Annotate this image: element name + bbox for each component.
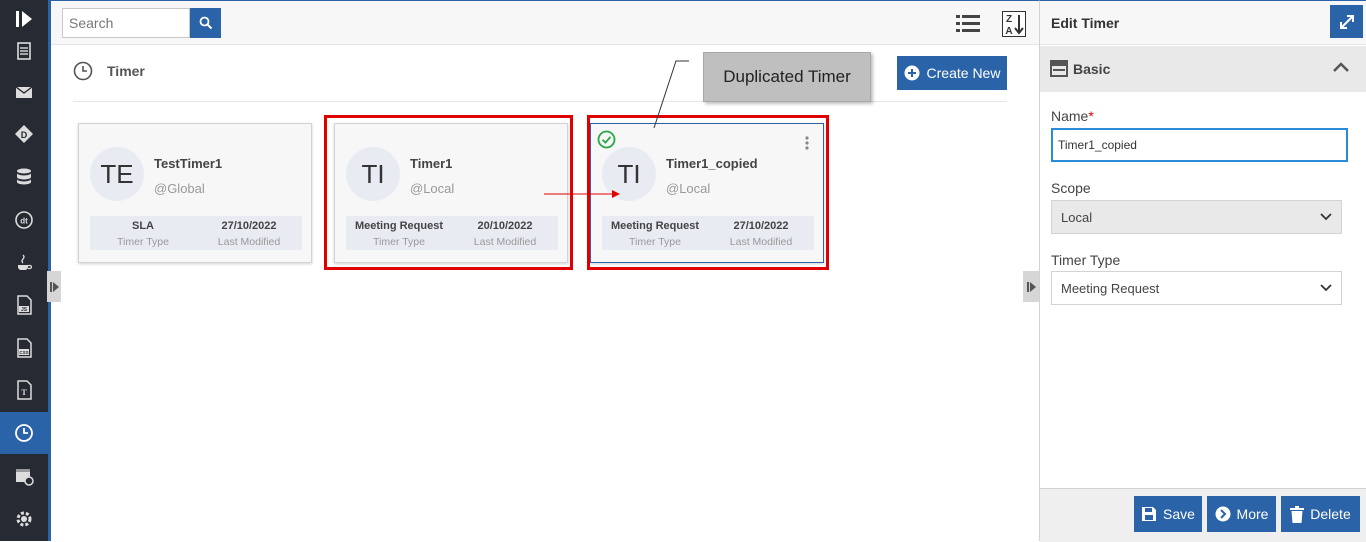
text-file-icon[interactable]: T bbox=[0, 369, 48, 411]
search-button[interactable] bbox=[190, 8, 221, 38]
svg-text:Z: Z bbox=[1006, 14, 1012, 25]
collapse-right-handle[interactable] bbox=[1023, 271, 1039, 302]
page-header: Timer bbox=[73, 61, 145, 81]
data-type-icon[interactable]: dt bbox=[0, 199, 48, 241]
calendar-settings-icon[interactable] bbox=[0, 455, 48, 497]
name-label-text: Name bbox=[1051, 108, 1089, 124]
save-icon bbox=[1142, 507, 1157, 521]
more-label: More bbox=[1236, 506, 1269, 522]
scope-select[interactable]: Local bbox=[1051, 200, 1342, 234]
search-input[interactable] bbox=[62, 8, 190, 38]
save-label: Save bbox=[1163, 506, 1195, 522]
chevron-down-icon bbox=[1320, 284, 1332, 292]
document-list-icon[interactable] bbox=[0, 34, 48, 68]
create-new-label: Create New bbox=[926, 65, 1001, 81]
chevron-down-icon bbox=[1320, 213, 1332, 221]
js-file-icon[interactable]: JS bbox=[0, 284, 48, 326]
timer-type-field-label: Timer Type bbox=[1051, 252, 1121, 268]
svg-text:D: D bbox=[21, 130, 28, 140]
required-mark: * bbox=[1088, 108, 1094, 124]
chevron-up-icon[interactable] bbox=[1332, 61, 1350, 73]
timer-card[interactable]: TE TestTimer1 @Global SLA Timer Type 27/1… bbox=[78, 123, 312, 263]
panel-title: Edit Timer bbox=[1051, 15, 1120, 31]
plus-circle-icon bbox=[1215, 506, 1231, 522]
collapse-left-handle[interactable] bbox=[47, 271, 61, 302]
main-content: Z A Timer Create New TE TestTimer1 @Glob… bbox=[51, 0, 1039, 541]
expand-icon bbox=[1339, 14, 1354, 29]
last-modified-value: 27/10/2022 bbox=[221, 220, 277, 232]
timer-icon[interactable] bbox=[0, 412, 48, 454]
search-icon bbox=[199, 16, 212, 30]
duplicated-callout: Duplicated Timer bbox=[703, 52, 871, 102]
timer-type-value: SLA bbox=[132, 220, 154, 232]
timer-type-select[interactable]: Meeting Request bbox=[1051, 271, 1342, 305]
more-button[interactable]: More bbox=[1207, 496, 1276, 532]
card-scope: @Global bbox=[154, 181, 205, 196]
panel-footer: Save More Delete bbox=[1040, 488, 1366, 542]
svg-text:CSS: CSS bbox=[19, 350, 28, 355]
app-sidebar: D dt JS CSS T bbox=[0, 0, 51, 541]
highlight-box bbox=[324, 115, 573, 270]
card-title: TestTimer1 bbox=[154, 156, 223, 171]
panel-toggle-icon bbox=[1026, 281, 1036, 292]
avatar: TE bbox=[90, 147, 144, 201]
panel-header: Edit Timer bbox=[1040, 1, 1366, 45]
last-modified-label: Last Modified bbox=[217, 236, 281, 248]
svg-text:JS: JS bbox=[21, 307, 28, 313]
panel-toggle-icon bbox=[49, 281, 59, 292]
annotation-arrow bbox=[544, 60, 689, 198]
scope-value: Local bbox=[1061, 209, 1093, 225]
timer-type-label: Timer Type bbox=[117, 236, 169, 248]
list-view-icon[interactable] bbox=[956, 13, 980, 35]
name-field[interactable] bbox=[1051, 128, 1348, 162]
create-new-button[interactable]: Create New bbox=[897, 56, 1007, 90]
sort-az-icon[interactable]: Z A bbox=[1002, 11, 1026, 37]
decision-icon[interactable]: D bbox=[0, 113, 48, 155]
page-title: Timer bbox=[107, 63, 145, 79]
css-file-icon[interactable]: CSS bbox=[0, 327, 48, 369]
trash-icon bbox=[1290, 505, 1305, 523]
database-icon[interactable] bbox=[0, 156, 48, 198]
expand-button[interactable] bbox=[1330, 5, 1363, 38]
highlight-box bbox=[587, 115, 829, 270]
save-button[interactable]: Save bbox=[1134, 496, 1202, 532]
svg-text:A: A bbox=[1005, 26, 1012, 37]
java-icon[interactable] bbox=[0, 241, 48, 283]
section-title: Basic bbox=[1073, 61, 1111, 77]
scope-label: Scope bbox=[1051, 180, 1091, 196]
timer-type-select-value: Meeting Request bbox=[1061, 280, 1160, 296]
delete-label: Delete bbox=[1310, 506, 1351, 522]
expand-sidebar-icon[interactable] bbox=[0, 0, 48, 38]
toolbar: Z A bbox=[51, 1, 1039, 45]
svg-text:T: T bbox=[21, 388, 27, 397]
edit-timer-panel: Edit Timer Basic Name* Scope Local Timer… bbox=[1039, 0, 1366, 542]
clock-icon bbox=[73, 61, 93, 81]
delete-button[interactable]: Delete bbox=[1281, 496, 1360, 532]
mail-icon[interactable] bbox=[0, 71, 48, 113]
svg-text:dt: dt bbox=[20, 217, 28, 226]
form-icon bbox=[1050, 60, 1068, 77]
card-meta: SLA Timer Type 27/10/2022 Last Modified bbox=[90, 216, 302, 250]
basic-section-header[interactable]: Basic bbox=[1040, 46, 1366, 92]
name-label: Name* bbox=[1051, 108, 1094, 124]
plus-circle-icon bbox=[904, 65, 920, 81]
settings-icon[interactable] bbox=[0, 498, 48, 540]
